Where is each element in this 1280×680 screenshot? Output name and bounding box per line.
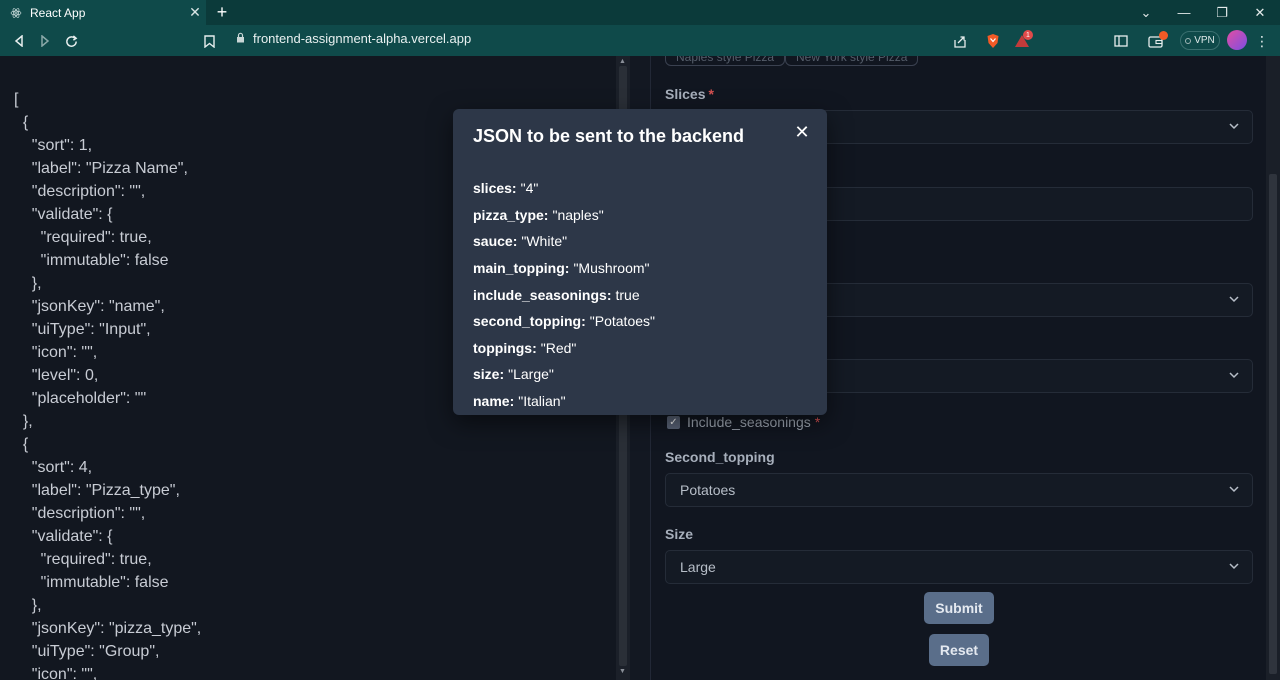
json-entry: pizza_type: "naples" <box>473 202 655 229</box>
address-bar[interactable]: frontend-assignment-alpha.vercel.app <box>236 31 471 46</box>
second-topping-value: Potatoes <box>680 482 736 498</box>
right-scrollbar-thumb[interactable] <box>1269 174 1277 674</box>
json-key: size: <box>473 366 505 383</box>
size-value: Large <box>680 559 716 575</box>
url-text: frontend-assignment-alpha.vercel.app <box>253 31 472 46</box>
json-entry: size: "Large" <box>473 361 655 388</box>
json-key: second_topping: <box>473 313 586 330</box>
bookmark-icon[interactable] <box>198 30 220 52</box>
json-preview-modal: JSON to be sent to the backend ✕ slices:… <box>453 109 827 415</box>
tab-naples-style[interactable]: Naples style Pizza <box>665 56 786 66</box>
browser-tab[interactable]: React App ✕ <box>0 0 206 25</box>
json-value: "Mushroom" <box>573 260 650 277</box>
json-key: pizza_type: <box>473 206 549 223</box>
vpn-button[interactable]: VPN <box>1180 31 1220 50</box>
slices-label-text: Slices <box>665 86 706 102</box>
rewards-badge: 1 <box>1023 30 1033 40</box>
chevron-down-icon <box>1228 561 1240 573</box>
json-value: "White" <box>521 233 568 250</box>
tab-close-icon[interactable]: ✕ <box>184 4 206 21</box>
chevron-down-icon <box>1228 370 1240 382</box>
required-mark: * <box>814 414 821 430</box>
menu-icon[interactable]: ⋮ <box>1251 30 1273 52</box>
new-tab-button[interactable]: + <box>212 1 232 23</box>
size-select[interactable]: Large <box>665 550 1253 584</box>
json-entry: toppings: "Red" <box>473 335 655 362</box>
wallet-notification-dot <box>1159 31 1168 40</box>
include-seasonings-label: Include_seasonings <box>687 414 811 430</box>
json-entry: second_topping: "Potatoes" <box>473 308 655 335</box>
json-value: "Potatoes" <box>589 313 655 330</box>
brave-shields-icon[interactable] <box>982 30 1004 52</box>
json-value: "Italian" <box>518 393 566 410</box>
chevron-down-icon <box>1228 484 1240 496</box>
scroll-up-arrow-icon[interactable]: ▲ <box>619 58 626 65</box>
forward-icon[interactable] <box>34 30 56 52</box>
modal-body: slices: "4" pizza_type: "naples" sauce: "Wh… <box>473 175 655 414</box>
size-label: Size <box>665 526 694 542</box>
json-key: name: <box>473 393 515 410</box>
browser-toolbar: frontend-assignment-alpha.vercel.app 1 V… <box>0 25 1280 56</box>
json-key: toppings: <box>473 339 537 356</box>
wallet-icon[interactable] <box>1145 30 1168 52</box>
json-schema-text: [ { "sort": 1, "label": "Pizza Name", "d… <box>14 91 202 680</box>
json-value: "4" <box>520 180 539 197</box>
tab-title: React App <box>30 5 86 20</box>
tab-search-chevron-icon[interactable]: ⌄ <box>1127 0 1165 25</box>
json-key: sauce: <box>473 233 518 250</box>
json-key: include_seasonings: <box>473 286 612 303</box>
share-icon[interactable] <box>949 30 971 52</box>
required-mark: * <box>708 86 714 102</box>
right-scrollbar[interactable] <box>1266 56 1280 680</box>
reload-icon[interactable] <box>60 30 82 52</box>
close-icon[interactable]: ✕ <box>791 121 813 143</box>
include-seasonings-checkbox[interactable]: ✓ Include_seasonings * <box>667 414 820 430</box>
submit-button[interactable]: Submit <box>924 592 994 624</box>
minimize-icon[interactable]: — <box>1165 0 1203 25</box>
chevron-down-icon <box>1228 121 1240 133</box>
json-key: main_topping: <box>473 260 570 277</box>
json-key: slices: <box>473 180 517 197</box>
lock-icon <box>236 32 245 46</box>
second-topping-select[interactable]: Potatoes <box>665 473 1253 507</box>
json-entry: slices: "4" <box>473 175 655 202</box>
json-value: true <box>615 286 640 303</box>
tab-bar: React App ✕ + ⌄ — ❐ ✕ <box>0 0 1280 25</box>
restore-icon[interactable]: ❐ <box>1203 0 1241 25</box>
json-entry: main_topping: "Mushroom" <box>473 255 655 282</box>
back-icon[interactable] <box>8 30 30 52</box>
json-entry: sauce: "White" <box>473 228 655 255</box>
vpn-status-dot <box>1185 37 1192 44</box>
json-value: "Red" <box>540 339 577 356</box>
react-logo-icon <box>10 7 22 18</box>
json-entry: include_seasonings: true <box>473 281 655 308</box>
json-value: "Large" <box>508 366 554 383</box>
modal-title: JSON to be sent to the backend <box>473 126 745 146</box>
tab-new-york-style[interactable]: New York style Pizza <box>785 56 919 66</box>
vpn-label: VPN <box>1194 35 1215 46</box>
slices-label: Slices * <box>665 86 714 102</box>
chevron-down-icon <box>1228 294 1240 306</box>
second-topping-label: Second_topping <box>665 449 775 465</box>
profile-avatar[interactable] <box>1227 30 1247 50</box>
brave-rewards-icon[interactable]: 1 <box>1011 30 1033 52</box>
json-value: "naples" <box>552 206 604 223</box>
reset-button[interactable]: Reset <box>929 634 989 666</box>
scroll-down-arrow-icon[interactable]: ▼ <box>619 668 626 675</box>
sidebar-icon[interactable] <box>1110 30 1132 52</box>
checkmark-icon: ✓ <box>667 415 680 429</box>
close-window-icon[interactable]: ✕ <box>1241 0 1279 25</box>
json-entry: name: "Italian" <box>473 388 655 415</box>
